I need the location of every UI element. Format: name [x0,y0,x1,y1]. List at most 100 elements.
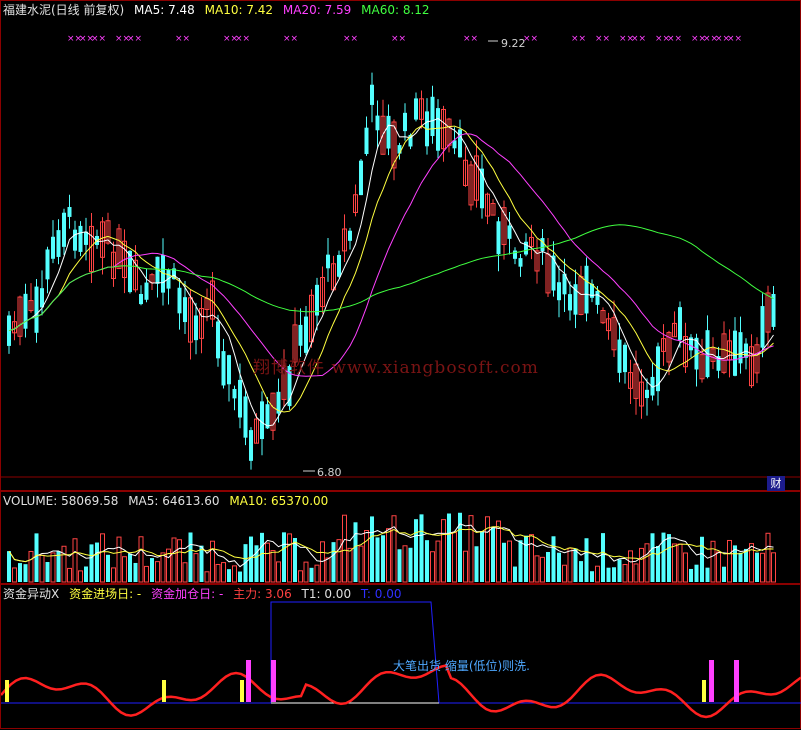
volume-bar [155,561,160,583]
volume-bar [601,533,605,582]
volume-bar [56,551,61,582]
entry-signal-bar [162,680,166,702]
candle-body [617,339,622,373]
volume-bar [414,519,418,582]
volume-bar [639,547,644,583]
price-chart-panel[interactable]: 福建水泥(日线 前复权) MA5: 7.48 MA10: 7.42 MA20: … [0,0,801,491]
volume-bar [402,545,408,583]
volume-bar [534,555,540,583]
candle-body [513,250,517,259]
volume-bar [633,563,639,583]
volume-bar [72,538,78,583]
candle-body [260,401,264,440]
volume-bar [111,567,116,583]
volume-bar [199,545,204,582]
candle-body [364,127,369,155]
high-price-label: 9.22 [501,37,526,50]
add-signal-bar [271,660,276,702]
volume-bar [210,540,215,583]
volume-bar [524,535,528,582]
volume-bars [7,512,776,583]
volume-bar [694,564,699,582]
volume-bar [370,516,374,582]
volume-bar [238,571,242,582]
volume-bar [474,546,479,582]
volume-bar [540,556,545,583]
volume-bar [595,565,600,583]
volume-bar [617,559,622,582]
volume-bar [584,538,589,582]
candle-body [56,230,61,257]
candlestick-chart[interactable]: ×××××× ×××× ×× ×××× ×× ×× ×× ×× ×× ×× ×× ×××× ×××× ××… [1,1,801,492]
candle-body [760,306,765,348]
volume-bar [116,536,122,583]
volume-bar [303,561,309,583]
signal-marker: ×× [283,34,298,44]
signal-marker: ×× [631,34,646,44]
volume-bar [562,564,567,583]
candle-body [232,388,237,399]
volume-bar [133,562,138,582]
finance-button[interactable]: 财 [767,476,785,491]
volume-bar [546,551,550,582]
volume-bar [95,542,99,582]
signal-marker: ×× [391,34,406,44]
volume-bar [106,554,110,582]
indicator-panel[interactable]: 资金异动X 资金进场日: - 资金加仓日: - 主力: 3.06 T1: 0.0… [0,584,801,729]
volume-bar [270,550,276,583]
volume-bar [551,536,556,582]
volume-bar [276,561,281,583]
volume-bar [375,537,380,582]
volume-panel[interactable]: VOLUME: 58069.58 MA5: 64613.60 MA10: 653… [0,491,801,584]
volume-bar [513,566,517,582]
volume-bar [744,548,748,582]
volume-bar [425,540,429,582]
candle-body [144,282,149,300]
candle-body [386,115,391,149]
watermark: 翔博软件 www.xiangbosoft.com [253,358,539,378]
volume-bar [100,533,105,583]
volume-bar [188,532,193,582]
volume-bar [18,563,22,582]
candle-body [84,231,88,245]
entry-signal-bar [5,680,9,702]
candle-body [430,96,435,137]
volume-bar [144,565,149,583]
candle-body [139,293,143,305]
volume-bar [716,551,721,583]
candle-body [216,321,220,359]
candle-body [45,249,50,280]
signal-marker: ×× [235,34,250,44]
add-signal-bar [734,660,739,702]
candle-body [540,238,545,252]
volume-bar [485,516,490,583]
add-signal-bar [246,660,251,702]
volume-bar [325,557,331,583]
volume-bar [7,551,11,582]
volume-bar [331,542,336,582]
volume-bar [391,515,397,583]
candle-body [194,315,198,341]
candle-body [595,290,600,305]
candle-body [771,294,776,327]
volume-bar [221,562,226,583]
volume-bar [215,563,221,583]
volume-bar [28,550,34,583]
candle-body [678,307,682,340]
volume-bar [452,532,457,583]
candle-body [243,396,248,438]
volume-bar [435,540,441,583]
volume-bar [260,532,264,582]
candle-body [62,212,66,247]
volume-bar [12,567,17,583]
candle-body [348,230,352,241]
volume-bar [765,532,771,583]
volume-bar [358,545,364,583]
signal-marker: ×× [343,34,358,44]
signal-marker: ×× [727,34,742,44]
entry-signal-bar [702,680,706,702]
volume-bar [381,535,385,582]
candle-body [414,98,418,120]
candle-body [73,229,77,251]
volume-bar [683,552,688,583]
